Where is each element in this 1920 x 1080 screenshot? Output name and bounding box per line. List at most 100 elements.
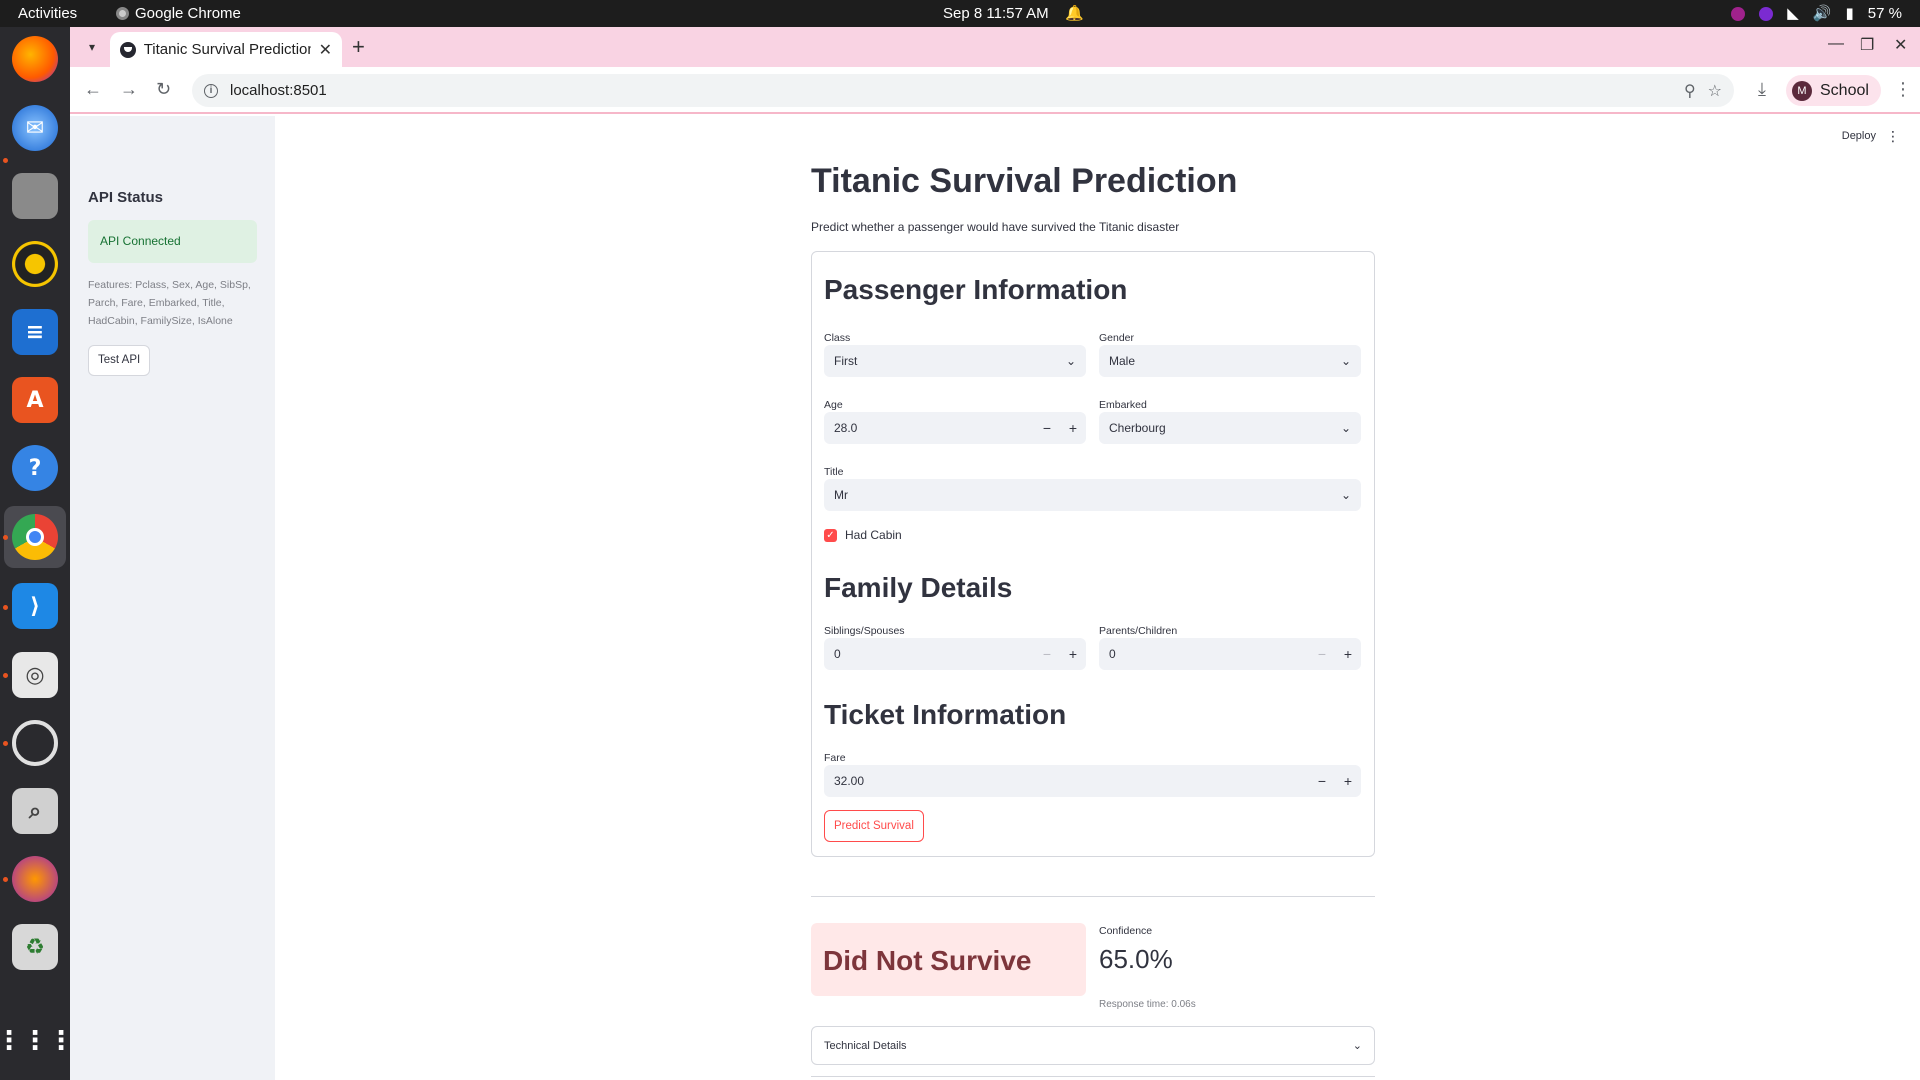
fare-input[interactable]: 32.00 − + bbox=[824, 765, 1361, 797]
deploy-button[interactable]: Deploy bbox=[1842, 130, 1876, 142]
running-indicator bbox=[3, 535, 8, 540]
increment-button[interactable]: + bbox=[1335, 773, 1361, 789]
title-label: Title bbox=[824, 466, 844, 478]
sibsp-input[interactable]: 0 − + bbox=[824, 638, 1086, 670]
bookmark-star-icon[interactable]: ☆ bbox=[1708, 81, 1722, 101]
had-cabin-label: Had Cabin bbox=[845, 528, 902, 542]
app-center-icon[interactable]: A bbox=[12, 377, 58, 423]
indicator-icon bbox=[1731, 6, 1746, 21]
increment-button[interactable]: + bbox=[1060, 420, 1086, 436]
files-icon[interactable] bbox=[12, 173, 58, 219]
prediction-form: Passenger Information Class First ⌄ Gend… bbox=[811, 251, 1375, 857]
sibsp-label: Siblings/Spouses bbox=[824, 625, 905, 637]
browser-toolbar: ← → ↻ i localhost:8501 ⚲ ☆ ⤓ M School ⋮ bbox=[70, 67, 1920, 114]
decrement-button[interactable]: − bbox=[1034, 646, 1060, 662]
tab-title: Titanic Survival Prediction bbox=[143, 41, 311, 58]
site-info-icon[interactable]: i bbox=[204, 83, 218, 98]
parch-input[interactable]: 0 − + bbox=[1099, 638, 1361, 670]
settings-icon[interactable] bbox=[12, 720, 58, 766]
streamlit-favicon-icon bbox=[120, 41, 136, 58]
activities-button[interactable]: Activities bbox=[18, 0, 77, 27]
tab-search-button[interactable]: ▾ bbox=[80, 35, 104, 59]
decrement-button[interactable]: − bbox=[1309, 646, 1335, 662]
gender-label: Gender bbox=[1099, 332, 1135, 344]
chevron-down-icon: ⌄ bbox=[1352, 1040, 1362, 1052]
battery-icon: ▮ bbox=[1845, 5, 1854, 22]
sibsp-value: 0 bbox=[834, 647, 841, 661]
trash-icon[interactable]: ♻ bbox=[12, 924, 58, 970]
increment-button[interactable]: + bbox=[1335, 646, 1361, 662]
embarked-select[interactable]: Cherbourg ⌄ bbox=[1099, 412, 1361, 444]
title-value: Mr bbox=[834, 488, 848, 502]
vscode-icon[interactable]: ⟩ bbox=[12, 583, 58, 629]
dock: ✉ ≡ A ? ⟩ ◎ ⌕ ♻ ⋮⋮⋮ bbox=[0, 27, 74, 1080]
download-icon[interactable]: ⤓ bbox=[1758, 79, 1766, 100]
chrome-icon[interactable] bbox=[12, 514, 58, 560]
browser-tab[interactable]: Titanic Survival Prediction ✕ bbox=[110, 32, 342, 67]
fare-value: 32.00 bbox=[834, 774, 865, 788]
gender-select[interactable]: Male ⌄ bbox=[1099, 345, 1361, 377]
class-select[interactable]: First ⌄ bbox=[824, 345, 1086, 377]
document-viewer-icon[interactable]: ◎ bbox=[12, 652, 58, 698]
sidebar-title: API Status bbox=[88, 189, 164, 206]
close-tab-icon[interactable]: ✕ bbox=[319, 40, 332, 60]
system-top-bar: Activities Google Chrome Sep 8 11:57 AM … bbox=[0, 0, 1920, 27]
clock[interactable]: Sep 8 11:57 AM bbox=[943, 0, 1049, 27]
running-indicator bbox=[3, 158, 8, 163]
help-icon[interactable]: ? bbox=[12, 445, 58, 491]
main-menu-icon[interactable]: ⋮ bbox=[1886, 128, 1900, 145]
battery-level: 57 % bbox=[1867, 5, 1902, 22]
app-icon[interactable] bbox=[12, 856, 58, 902]
screenshot-icon[interactable]: ⌕ bbox=[12, 788, 58, 834]
chrome-menu-icon[interactable]: ⋮ bbox=[1894, 79, 1912, 100]
test-api-button[interactable]: Test API bbox=[88, 345, 151, 376]
fare-label: Fare bbox=[824, 752, 846, 764]
decrement-button[interactable]: − bbox=[1309, 773, 1335, 789]
app-name: Google Chrome bbox=[135, 5, 241, 22]
increment-button[interactable]: + bbox=[1060, 646, 1086, 662]
checkbox-checked-icon[interactable]: ✓ bbox=[824, 528, 837, 542]
notification-bell-icon[interactable]: 🔔 bbox=[1065, 0, 1084, 27]
zoom-icon[interactable]: ⚲ bbox=[1684, 81, 1696, 101]
reload-icon[interactable]: ↻ bbox=[156, 79, 171, 100]
rhythmbox-icon[interactable] bbox=[12, 241, 58, 287]
features-caption: Features: Pclass, Sex, Age, SibSp, Parch… bbox=[88, 279, 251, 327]
status-area[interactable]: ◣ 🔊 ▮ 57 % bbox=[1731, 0, 1902, 27]
url-text[interactable]: localhost:8501 bbox=[230, 82, 1672, 99]
gender-value: Male bbox=[1109, 354, 1136, 368]
decrement-button[interactable]: − bbox=[1034, 420, 1060, 436]
chevron-down-icon: ⌄ bbox=[1065, 354, 1077, 368]
page-subtitle: Predict whether a passenger would have s… bbox=[811, 220, 1180, 234]
age-input[interactable]: 28.0 − + bbox=[824, 412, 1086, 444]
technical-details-expander[interactable]: Technical Details ⌄ bbox=[811, 1026, 1375, 1065]
divider bbox=[811, 896, 1375, 897]
had-cabin-checkbox[interactable]: ✓ Had Cabin bbox=[824, 528, 902, 542]
embarked-value: Cherbourg bbox=[1109, 421, 1166, 435]
writer-icon[interactable]: ≡ bbox=[12, 309, 58, 355]
embarked-label: Embarked bbox=[1099, 399, 1147, 411]
parch-value: 0 bbox=[1109, 647, 1116, 661]
section-ticket-heading: Ticket Information bbox=[824, 699, 1067, 730]
prediction-outcome: Did Not Survive bbox=[823, 945, 1032, 976]
forward-icon[interactable]: → bbox=[120, 79, 138, 100]
confidence-label: Confidence bbox=[1099, 925, 1153, 937]
parch-label: Parents/Children bbox=[1099, 625, 1178, 637]
predict-survival-button[interactable]: Predict Survival bbox=[824, 810, 924, 842]
back-icon[interactable]: ← bbox=[84, 79, 102, 100]
address-bar[interactable]: i localhost:8501 ⚲ ☆ bbox=[192, 74, 1734, 107]
thunderbird-icon[interactable]: ✉ bbox=[12, 105, 58, 151]
show-apps-icon[interactable]: ⋮⋮⋮ bbox=[0, 1018, 74, 1064]
new-tab-icon[interactable]: + bbox=[352, 35, 365, 59]
app-menu[interactable]: Google Chrome bbox=[116, 0, 241, 27]
age-label: Age bbox=[824, 399, 843, 411]
firefox-icon[interactable] bbox=[12, 36, 58, 82]
running-indicator bbox=[3, 741, 8, 746]
title-select[interactable]: Mr ⌄ bbox=[824, 479, 1361, 511]
running-indicator bbox=[3, 877, 8, 882]
profile-button[interactable]: M School bbox=[1786, 75, 1881, 106]
minimize-icon[interactable]: — bbox=[1828, 35, 1844, 53]
age-value: 28.0 bbox=[834, 421, 858, 435]
streamlit-page: API Status API Connected Features: Pclas… bbox=[70, 116, 1920, 1080]
close-window-icon[interactable]: ✕ bbox=[1894, 35, 1907, 55]
restore-icon[interactable]: ❐ bbox=[1860, 35, 1874, 55]
